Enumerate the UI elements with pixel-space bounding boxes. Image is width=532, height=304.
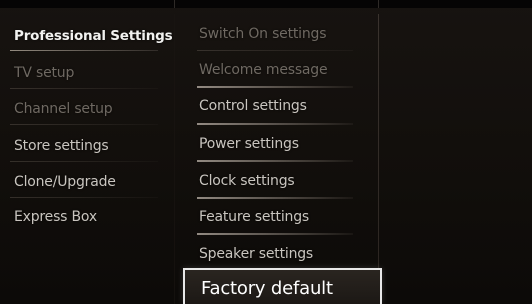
submenu-item-factory-default[interactable]: Factory default bbox=[183, 268, 382, 304]
menu-item-channel-setup[interactable]: Channel setup bbox=[14, 101, 113, 117]
menu-separator bbox=[10, 124, 158, 125]
tv-menu-screen: Professional Settings TV setup Channel s… bbox=[0, 0, 532, 304]
submenu-separator bbox=[197, 160, 353, 162]
submenu-item-speaker-settings[interactable]: Speaker settings bbox=[199, 246, 313, 262]
main-menu: Professional Settings TV setup Channel s… bbox=[0, 0, 175, 304]
menu-item-express-box[interactable]: Express Box bbox=[14, 209, 97, 225]
menu-separator bbox=[10, 88, 158, 89]
menu-item-tv-setup[interactable]: TV setup bbox=[14, 65, 74, 81]
menu-separator bbox=[10, 161, 158, 162]
submenu-item-feature-settings[interactable]: Feature settings bbox=[199, 209, 309, 225]
menu-item-clone-upgrade[interactable]: Clone/Upgrade bbox=[14, 174, 116, 190]
menu-separator bbox=[10, 50, 158, 51]
submenu-separator bbox=[197, 233, 353, 235]
submenu-item-switch-on-settings[interactable]: Switch On settings bbox=[199, 26, 327, 42]
submenu-separator bbox=[197, 197, 353, 199]
menu-separator bbox=[10, 197, 158, 198]
submenu-item-power-settings[interactable]: Power settings bbox=[199, 136, 299, 152]
submenu-item-welcome-message[interactable]: Welcome message bbox=[199, 62, 328, 78]
submenu-item-clock-settings[interactable]: Clock settings bbox=[199, 173, 295, 189]
menu-item-professional-settings[interactable]: Professional Settings bbox=[14, 28, 173, 44]
submenu-separator bbox=[197, 123, 353, 125]
sub-menu: Switch On settings Welcome message Contr… bbox=[183, 0, 383, 304]
submenu-separator bbox=[197, 86, 353, 88]
submenu-separator bbox=[197, 50, 353, 51]
menu-item-store-settings[interactable]: Store settings bbox=[14, 138, 109, 154]
factory-default-label: Factory default bbox=[201, 278, 333, 299]
submenu-item-control-settings[interactable]: Control settings bbox=[199, 98, 307, 114]
